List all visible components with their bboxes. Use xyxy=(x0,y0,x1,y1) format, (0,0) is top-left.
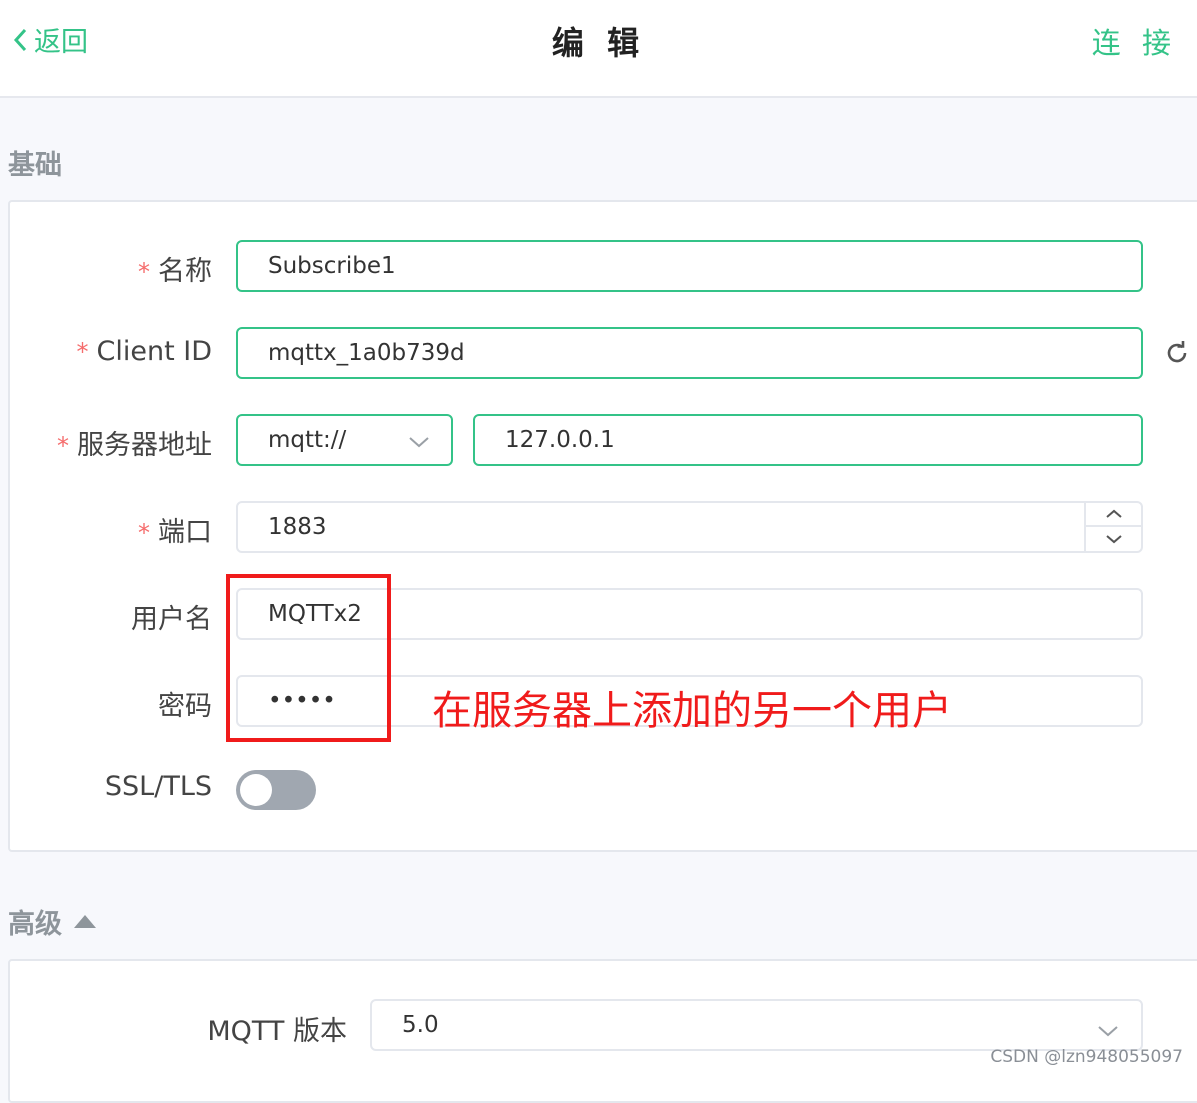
password-label-text: 密码 xyxy=(158,691,212,722)
section-title-advanced-label: 高级 xyxy=(8,909,62,940)
caret-up-icon xyxy=(74,915,96,928)
host-input[interactable]: 127.0.0.1 xyxy=(473,414,1143,466)
mqtt-version-value: 5.0 xyxy=(402,1012,439,1038)
mqtt-version-select[interactable]: 5.0 xyxy=(370,999,1143,1051)
ssl-label-text: SSL/TLS xyxy=(104,771,212,802)
protocol-value: mqtt:// xyxy=(268,427,347,453)
annotation-text: 在服务器上添加的另一个用户 xyxy=(432,688,952,734)
client-id-value: mqttx_1a0b739d xyxy=(268,340,465,366)
required-mark: * xyxy=(57,432,69,460)
required-mark: * xyxy=(138,258,150,286)
ssl-toggle[interactable] xyxy=(236,770,316,810)
chevron-up-icon xyxy=(1105,509,1122,518)
port-decrease-button[interactable] xyxy=(1086,527,1141,551)
client-id-label: * Client ID xyxy=(76,336,212,367)
host-value: 127.0.0.1 xyxy=(505,427,615,453)
port-stepper xyxy=(1084,503,1141,551)
chevron-down-icon xyxy=(1098,1026,1118,1037)
username-label: 用户名 xyxy=(131,597,212,636)
page-title: 编 辑 xyxy=(551,24,646,62)
mqtt-version-label-text: MQTT 版本 xyxy=(207,1016,347,1047)
chevron-down-icon xyxy=(409,437,429,448)
password-label: 密码 xyxy=(158,684,212,723)
name-label-text: 名称 xyxy=(158,256,212,287)
ssl-label: SSL/TLS xyxy=(105,771,212,802)
chevron-down-icon xyxy=(1105,535,1122,544)
name-input[interactable]: Subscribe1 xyxy=(236,240,1143,292)
section-title-basic-label: 基础 xyxy=(8,150,62,181)
port-label-text: 端口 xyxy=(158,517,212,548)
section-title-basic: 基础 xyxy=(8,143,62,182)
client-id-input[interactable]: mqttx_1a0b739d xyxy=(236,327,1143,379)
protocol-select[interactable]: mqtt:// xyxy=(236,414,453,466)
top-bar: 返回 编 辑 连 接 xyxy=(0,0,1197,98)
name-value: Subscribe1 xyxy=(268,253,396,279)
server-label: * 服务器地址 xyxy=(57,423,212,462)
refresh-icon[interactable] xyxy=(1163,339,1191,367)
connect-button[interactable]: 连 接 xyxy=(1092,20,1177,62)
mqtt-version-label: MQTT 版本 xyxy=(207,1009,347,1048)
annotation-box xyxy=(226,574,391,742)
required-mark: * xyxy=(76,338,89,366)
section-title-advanced[interactable]: 高级 xyxy=(8,902,96,941)
port-label: * 端口 xyxy=(138,510,212,549)
port-value: 1883 xyxy=(268,514,327,540)
port-input[interactable]: 1883 xyxy=(236,501,1143,553)
username-label-text: 用户名 xyxy=(131,604,212,635)
port-increase-button[interactable] xyxy=(1086,503,1141,527)
required-mark: * xyxy=(138,519,150,547)
toggle-knob xyxy=(240,774,272,806)
server-label-text: 服务器地址 xyxy=(77,430,212,461)
name-label: * 名称 xyxy=(138,249,212,288)
client-id-label-text: Client ID xyxy=(96,336,212,367)
watermark: CSDN @lzn948055097 xyxy=(990,1047,1183,1067)
